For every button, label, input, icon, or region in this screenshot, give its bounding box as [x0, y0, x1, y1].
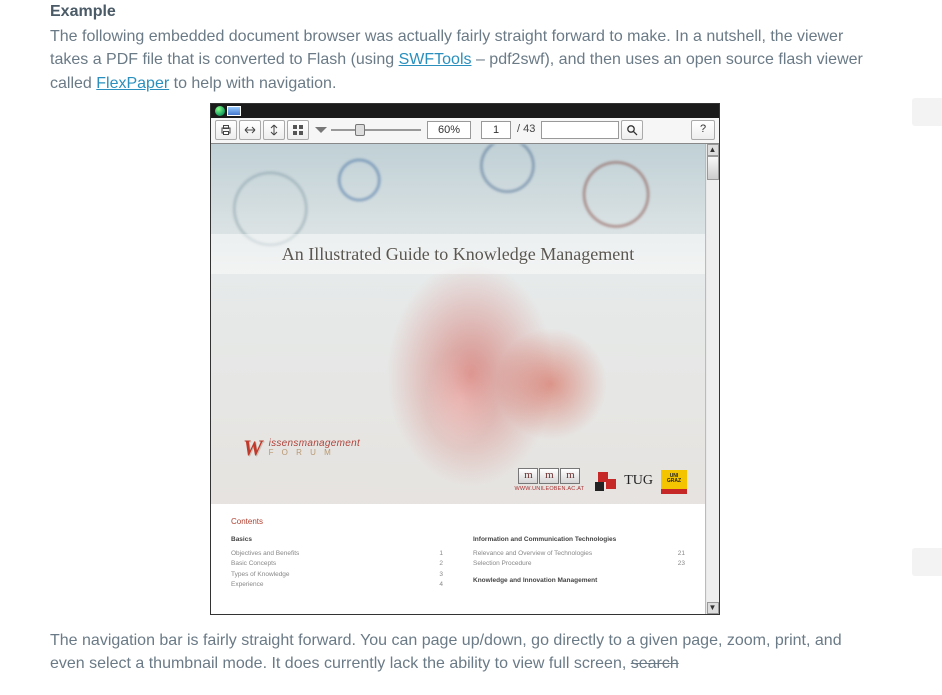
fit-width-button[interactable] — [239, 120, 261, 140]
tug-logo: TUG — [592, 471, 653, 493]
scroll-up-button[interactable]: ▲ — [707, 144, 719, 156]
contents-row: Objectives and Benefits1 — [231, 549, 443, 559]
contents-row: Basic Concepts2 — [231, 559, 443, 569]
fit-height-button[interactable] — [263, 120, 285, 140]
help-button[interactable]: ? — [691, 120, 715, 140]
m-box-icon: m — [518, 468, 538, 484]
sidebar-ghost — [912, 98, 942, 126]
cover-title: An Illustrated Guide to Knowledge Manage… — [282, 241, 634, 267]
sidebar-ghost — [912, 548, 942, 576]
flexpaper-link[interactable]: FlexPaper — [96, 75, 169, 92]
vertical-scrollbar[interactable]: ▲ ▼ — [705, 144, 719, 614]
embedded-document-viewer: 60% 1 / 43 ? An Illustrated Guide to Kno… — [210, 103, 720, 615]
m-box-icon: m — [539, 468, 559, 484]
page-2-contents: Contents Basics Objectives and Benefits1… — [211, 506, 705, 601]
contents-row: Types of Knowledge3 — [231, 570, 443, 580]
wissensmanagement-logo: W issensmanagement F o r u m — [243, 432, 360, 464]
page-canvas[interactable]: An Illustrated Guide to Knowledge Manage… — [211, 144, 705, 614]
page-1-cover: An Illustrated Guide to Knowledge Manage… — [211, 144, 705, 504]
zoom-slider[interactable] — [315, 127, 421, 133]
wm-w-glyph: W — [243, 432, 263, 464]
flash-orb-icon — [215, 106, 225, 116]
flash-window-icon — [227, 106, 241, 116]
intro-paragraph: The following embedded document browser … — [50, 25, 880, 95]
search-button[interactable] — [621, 120, 643, 140]
cover-title-band: An Illustrated Guide to Knowledge Manage… — [211, 234, 705, 274]
m-box-icon: m — [560, 468, 580, 484]
zoom-track[interactable] — [331, 129, 421, 131]
zoom-level-input[interactable]: 60% — [427, 121, 471, 139]
viewer-toolbar: 60% 1 / 43 ? — [211, 118, 719, 144]
scroll-track[interactable] — [707, 156, 719, 602]
uni-graz-logo: UNI GRAZ — [661, 470, 687, 494]
contents-col-1: Basics Objectives and Benefits1 Basic Co… — [231, 535, 443, 590]
swftools-link[interactable]: SWFTools — [399, 51, 472, 68]
closing-paragraph: The navigation bar is fairly straight fo… — [50, 629, 880, 675]
flash-titlebar — [211, 104, 719, 118]
section-heading: Example — [50, 0, 880, 23]
strikethrough-text: search — [631, 655, 679, 672]
contents-row: Relevance and Overview of Technologies21 — [473, 549, 685, 559]
sponsor-logos: m m m WWW.UNILEOBEN.AC.AT TUG UNI — [515, 468, 687, 494]
zoom-knob[interactable] — [355, 124, 365, 136]
scroll-thumb[interactable] — [707, 156, 719, 180]
contents-row: Experience4 — [231, 580, 443, 590]
thumbnail-mode-button[interactable] — [287, 120, 309, 140]
print-button[interactable] — [215, 120, 237, 140]
mmm-logo: m m m WWW.UNILEOBEN.AC.AT — [515, 468, 585, 494]
zoom-min-icon — [315, 127, 327, 133]
contents-heading: Contents — [231, 516, 685, 528]
tug-mark-icon — [592, 472, 620, 494]
document-viewport: An Illustrated Guide to Knowledge Manage… — [211, 144, 719, 614]
article-body: Example The following embedded document … — [0, 0, 880, 675]
page-total-label: / 43 — [517, 122, 535, 138]
contents-row: Selection Procedure23 — [473, 559, 685, 569]
scroll-down-button[interactable]: ▼ — [707, 602, 719, 614]
search-input[interactable] — [541, 121, 619, 139]
page-number-input[interactable]: 1 — [481, 121, 511, 139]
contents-col-2: Information and Communication Technologi… — [473, 535, 685, 590]
